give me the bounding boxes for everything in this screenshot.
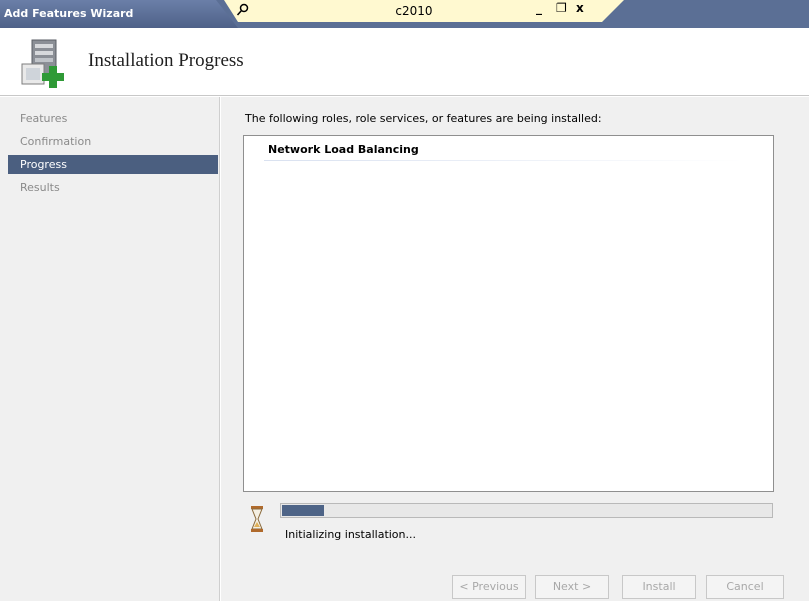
page-title: Installation Progress — [88, 50, 244, 71]
remote-host-name: c2010 — [395, 4, 433, 18]
nav-item-results[interactable]: Results — [10, 178, 218, 197]
wizard-header: Installation Progress — [0, 28, 809, 96]
nav-item-progress[interactable]: Progress — [8, 155, 218, 174]
pin-icon[interactable] — [236, 3, 250, 17]
window-title: Add Features Wizard — [0, 0, 238, 28]
progress-bar — [280, 503, 773, 518]
hourglass-icon — [251, 506, 263, 532]
nav-item-features[interactable]: Features — [10, 109, 218, 128]
restore-button[interactable]: ❐ — [556, 1, 567, 15]
close-button[interactable]: x — [576, 1, 584, 15]
minimize-button[interactable]: _ — [536, 1, 542, 15]
wizard-content: The following roles, role services, or f… — [221, 97, 809, 601]
previous-button[interactable]: < Previous — [452, 575, 526, 599]
status-text: Initializing installation... — [285, 528, 417, 541]
title-bar: Add Features Wizard c2010 _ ❐ x — [0, 0, 809, 28]
install-button[interactable]: Install — [622, 575, 696, 599]
progress-fill — [282, 505, 325, 516]
list-item: Network Load Balancing — [268, 143, 419, 156]
install-list[interactable]: Network Load Balancing — [243, 135, 774, 492]
server-add-icon — [21, 39, 64, 88]
wizard-nav: Features Confirmation Progress Results — [0, 97, 220, 601]
next-button[interactable]: Next > — [535, 575, 609, 599]
intro-text: The following roles, role services, or f… — [245, 112, 602, 125]
list-item-divider — [264, 160, 744, 161]
remote-connection-bar: c2010 _ ❐ x — [224, 0, 624, 22]
cancel-button[interactable]: Cancel — [706, 575, 784, 599]
nav-item-confirmation[interactable]: Confirmation — [10, 132, 218, 151]
